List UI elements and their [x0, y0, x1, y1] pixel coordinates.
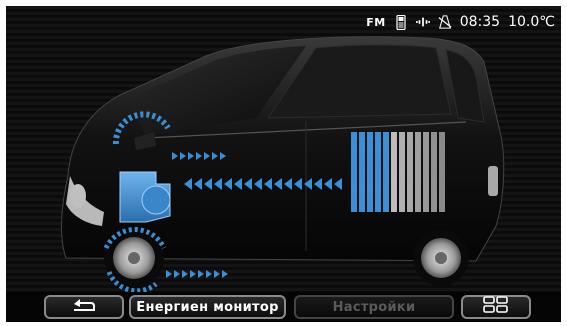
- energy-monitor-screen: FM 08:35 10.0℃ Енергиен монитор Настройк…: [6, 6, 561, 322]
- settings-label: Настройки: [332, 299, 416, 315]
- bottom-navigation-bar: Енергиен монитор Настройки: [6, 292, 561, 322]
- grid-menu-icon: [483, 296, 509, 318]
- energy-monitor-label: Енергиен монитор: [136, 299, 279, 315]
- car-energy-flow-graphic: [6, 26, 561, 294]
- motor-to-wheel-arrows: [166, 270, 228, 278]
- back-button[interactable]: [44, 295, 124, 319]
- settings-tab[interactable]: Настройки: [294, 295, 454, 319]
- back-arrow-icon: [71, 298, 97, 316]
- menu-button[interactable]: [461, 295, 531, 319]
- energy-monitor-tab[interactable]: Енергиен монитор: [129, 295, 286, 319]
- rear-wheel: [413, 230, 469, 286]
- car-body: [61, 36, 505, 262]
